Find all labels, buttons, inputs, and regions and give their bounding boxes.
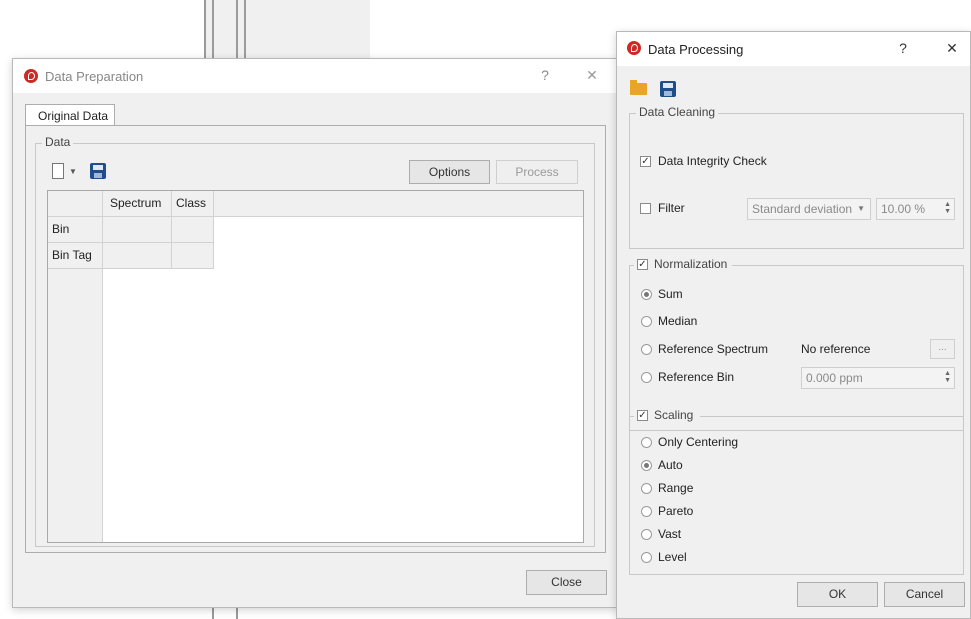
chevron-down-icon: ▼ [857,204,865,213]
app-logo-icon [627,41,641,55]
close-button[interactable]: Close [526,570,607,595]
scaling-option-radio[interactable] [641,552,652,563]
help-button[interactable]: ? [537,67,553,83]
tab-original-data[interactable]: Original Data [25,104,115,126]
row-header-fill [48,269,103,542]
scaling-option-radio[interactable] [641,483,652,494]
save-icon [660,81,676,97]
options-button[interactable]: Options [409,160,490,184]
data-cleaning-label: Data Cleaning [636,105,719,119]
scaling-checkbox[interactable]: ✓ [637,410,648,421]
help-button[interactable]: ? [895,40,911,56]
reference-bin-label: Reference Bin [658,370,735,384]
background-divider [236,0,238,60]
window-title: Data Processing [648,42,744,57]
save-icon [90,163,106,179]
scaling-option-label: Vast [658,527,682,541]
data-preparation-window: Data Preparation ? ✕ Original Data Data … [12,58,618,608]
column-header-spectrum[interactable]: Spectrum [103,191,172,217]
table-cell[interactable] [103,243,172,269]
scaling-option-label: Pareto [658,504,694,518]
data-table[interactable]: Spectrum Class Bin Bin Tag [47,190,584,543]
open-folder-button[interactable] [628,78,650,100]
normalization-label: Normalization [654,257,728,271]
reference-spectrum-label: Reference Spectrum [658,342,769,356]
spin-arrows-icon: ▲ ▼ [944,370,951,384]
scaling-option-label: Auto [658,458,683,472]
reference-bin-value: 0.000 ppm [806,371,863,385]
median-radio[interactable] [641,316,652,327]
filter-method-value: Standard deviation [752,202,853,216]
tab-label: Original Data [38,109,109,123]
normalization-checkbox[interactable]: ✓ [637,259,648,270]
data-group-label: Data [42,135,74,149]
scaling-option-radio[interactable] [641,506,652,517]
sum-label: Sum [658,287,683,301]
scaling-option-label: Only Centering [658,435,739,449]
background-divider [244,0,246,60]
background-divider [204,0,206,60]
integrity-check-checkbox[interactable]: ✓ [640,156,651,167]
reference-bin-spinbox[interactable]: 0.000 ppm ▲ ▼ [801,367,955,389]
table-corner [48,191,103,217]
save-button[interactable] [87,161,109,183]
table-cell[interactable] [103,217,172,243]
data-cleaning-group [629,113,964,249]
scaling-option-radio[interactable] [641,529,652,540]
reference-spectrum-radio[interactable] [641,344,652,355]
save-button[interactable] [657,78,679,100]
background-divider [212,0,214,60]
window-title: Data Preparation [45,69,144,84]
filter-method-select[interactable]: Standard deviation ▼ [747,198,871,220]
browse-reference-button[interactable]: ... [930,339,955,359]
spin-arrows-icon: ▲ ▼ [944,201,951,215]
data-processing-window: Data Processing ? ✕ Data Cleaning ✓ Data… [616,31,971,619]
new-file-icon [52,163,64,179]
filter-label: Filter [658,201,685,215]
background-window [205,0,370,60]
process-button[interactable]: Process [496,160,578,184]
filter-value: 10.00 % [881,202,926,216]
integrity-check-label: Data Integrity Check [658,154,767,168]
title-bar: Data Processing ? ✕ [617,32,970,66]
reference-bin-radio[interactable] [641,372,652,383]
filter-value-spinbox[interactable]: 10.00 % ▲ ▼ [876,198,955,220]
scaling-option-label: Level [658,550,687,564]
scaling-option-label: Range [658,481,694,495]
close-window-button[interactable]: ✕ [583,67,601,84]
column-header-class[interactable]: Class [172,191,214,217]
folder-icon [630,80,647,95]
new-file-button[interactable]: ▼ [48,161,80,183]
table-cell[interactable] [172,217,214,243]
scaling-option-radio[interactable] [641,460,652,471]
ok-button[interactable]: OK [797,582,878,607]
scaling-option-radio[interactable] [641,437,652,448]
scaling-label: Scaling [654,408,694,422]
header-fill [214,191,583,217]
app-logo-icon [24,69,38,83]
sum-radio[interactable] [641,289,652,300]
chevron-down-icon: ▼ [69,167,77,176]
filter-checkbox[interactable] [640,203,651,214]
no-reference-text: No reference [801,342,871,356]
cancel-button[interactable]: Cancel [884,582,965,607]
row-header-bin-tag[interactable]: Bin Tag [48,243,103,269]
close-window-button[interactable]: ✕ [943,40,961,57]
table-cell[interactable] [172,243,214,269]
title-bar: Data Preparation ? ✕ [13,59,617,93]
row-header-bin[interactable]: Bin [48,217,103,243]
median-label: Median [658,314,698,328]
